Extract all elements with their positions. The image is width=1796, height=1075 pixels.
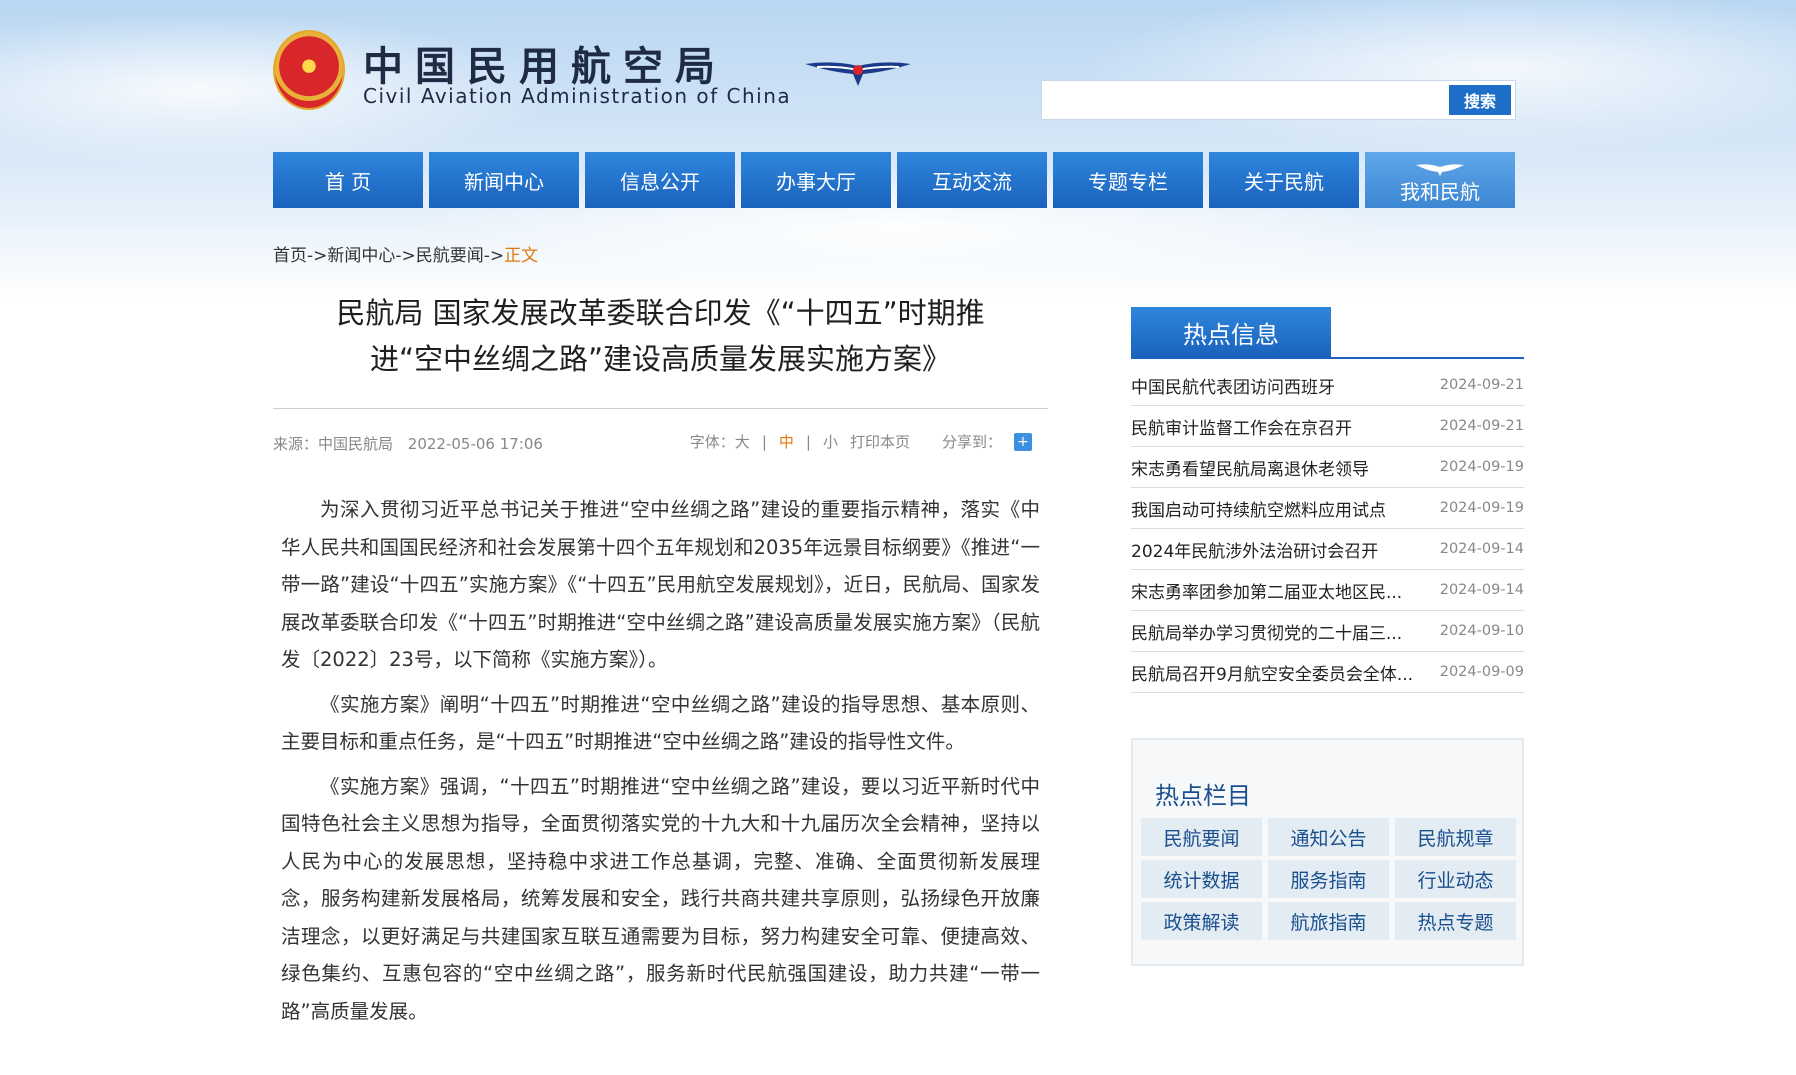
article-datetime: 2022-05-06 17:06 [407, 435, 543, 453]
column-link-service-guide[interactable]: 服务指南 [1268, 860, 1389, 898]
font-divider: | [805, 432, 811, 451]
column-link-travel-guide[interactable]: 航旅指南 [1268, 902, 1389, 940]
share-plus-icon[interactable]: + [1014, 432, 1032, 451]
column-link-notices[interactable]: 通知公告 [1268, 818, 1389, 856]
article-body: 为深入贯彻习近平总书记关于推进“空中丝绸之路”建设的重要指示精神，落实《中华人民… [273, 491, 1048, 1030]
nav-special-topics[interactable]: 专题专栏 [1053, 152, 1203, 208]
wings-icon [1416, 163, 1464, 176]
column-link-industry-news[interactable]: 行业动态 [1395, 860, 1516, 898]
article-paragraph: 《实施方案》强调，“十四五”时期推进“空中丝绸之路”建设，要以习近平新时代中国特… [281, 774, 1040, 1023]
hot-info-item[interactable]: 中国民航代表团访问西班牙 2024-09-21 [1131, 365, 1524, 406]
breadcrumb-section[interactable]: 民航要闻 [416, 246, 484, 266]
hot-info-item[interactable]: 民航审计监督工作会在京召开 2024-09-21 [1131, 406, 1524, 447]
breadcrumb-current: 正文 [504, 246, 539, 266]
breadcrumb-news[interactable]: 新闻中心 [327, 246, 395, 266]
hot-columns-title: 热点栏目 [1155, 782, 1251, 810]
hot-columns-panel: 热点栏目 民航要闻 通知公告 民航规章 统计数据 服务指南 行业动态 政策解读 … [1131, 738, 1524, 966]
hot-info-divider [1131, 357, 1524, 359]
caac-wings-icon [805, 62, 911, 86]
column-link-hot-topics[interactable]: 热点专题 [1395, 902, 1516, 940]
font-medium-button[interactable]: 中 [779, 431, 794, 452]
column-link-regulations[interactable]: 民航规章 [1395, 818, 1516, 856]
font-small-button[interactable]: 小 [823, 431, 838, 452]
search-input[interactable] [1046, 85, 1446, 115]
nav-about[interactable]: 关于民航 [1209, 152, 1359, 208]
breadcrumb: 首页->新闻中心->民航要闻->正文 [273, 246, 539, 266]
hot-info-item[interactable]: 民航局召开9月航空安全委员会全体... 2024-09-09 [1131, 652, 1524, 693]
article: 民航局 国家发展改革委联合印发《“十四五”时期推进“空中丝绸之路”建设高质量发展… [273, 290, 1048, 1037]
article-paragraph: 为深入贯彻习近平总书记关于推进“空中丝绸之路”建设的重要指示精神，落实《中华人民… [281, 498, 1040, 671]
nav-news[interactable]: 新闻中心 [429, 152, 579, 208]
font-large-button[interactable]: 大 [735, 431, 750, 452]
site-logo[interactable]: 中国民用航空局 Civil Aviation Administration of… [273, 30, 913, 120]
font-divider: | [761, 432, 767, 451]
hot-info-panel: 热点信息 中国民航代表团访问西班牙 2024-09-21 民航审计监督工作会在京召… [1131, 307, 1524, 693]
font-size-label: 字体： [689, 433, 735, 451]
site-title-en: Civil Aviation Administration of China [363, 84, 792, 108]
article-meta: 来源：中国民航局 2022-05-06 17:06 字体： 大 | 中 | 小 … [273, 409, 1048, 459]
nav-info-disclosure[interactable]: 信息公开 [585, 152, 735, 208]
search-button[interactable]: 搜索 [1449, 85, 1511, 115]
hot-info-item[interactable]: 2024年民航涉外法治研讨会召开 2024-09-14 [1131, 529, 1524, 570]
hot-info-item[interactable]: 宋志勇率团参加第二届亚太地区民... 2024-09-14 [1131, 570, 1524, 611]
print-button[interactable]: 打印本页 [850, 431, 910, 452]
article-title: 民航局 国家发展改革委联合印发《“十四五”时期推进“空中丝绸之路”建设高质量发展… [336, 296, 985, 376]
search-box: 搜索 [1041, 80, 1516, 120]
nav-service-hall[interactable]: 办事大厅 [741, 152, 891, 208]
column-link-statistics[interactable]: 统计数据 [1141, 860, 1262, 898]
column-link-policy-interpretation[interactable]: 政策解读 [1141, 902, 1262, 940]
breadcrumb-home[interactable]: 首页 [273, 246, 307, 266]
article-source: 来源：中国民航局 [273, 435, 394, 453]
nav-home[interactable]: 首 页 [273, 152, 423, 208]
hot-info-list: 中国民航代表团访问西班牙 2024-09-21 民航审计监督工作会在京召开 2024… [1131, 365, 1524, 693]
nav-interaction[interactable]: 互动交流 [897, 152, 1047, 208]
hot-info-item[interactable]: 我国启动可持续航空燃料应用试点 2024-09-19 [1131, 488, 1524, 529]
national-emblem-icon [273, 30, 345, 110]
hot-info-item[interactable]: 民航局举办学习贯彻党的二十届三... 2024-09-10 [1131, 611, 1524, 652]
hot-columns-grid: 民航要闻 通知公告 民航规章 统计数据 服务指南 行业动态 政策解读 航旅指南 … [1141, 818, 1516, 940]
main-nav: 首 页 新闻中心 信息公开 办事大厅 互动交流 专题专栏 关于民航 我和民航 [273, 152, 1521, 208]
article-paragraph: 《实施方案》阐明“十四五”时期推进“空中丝绸之路”建设的指导思想、基本原则、主要… [281, 692, 1040, 754]
hot-info-title: 热点信息 [1131, 307, 1331, 357]
nav-me-and-caac[interactable]: 我和民航 [1365, 152, 1515, 208]
column-link-caac-news[interactable]: 民航要闻 [1141, 818, 1262, 856]
share-label: 分享到： [941, 433, 1002, 451]
hot-info-item[interactable]: 宋志勇看望民航局离退休老领导 2024-09-19 [1131, 447, 1524, 488]
nav-me-and-caac-label: 我和民航 [1400, 179, 1480, 204]
